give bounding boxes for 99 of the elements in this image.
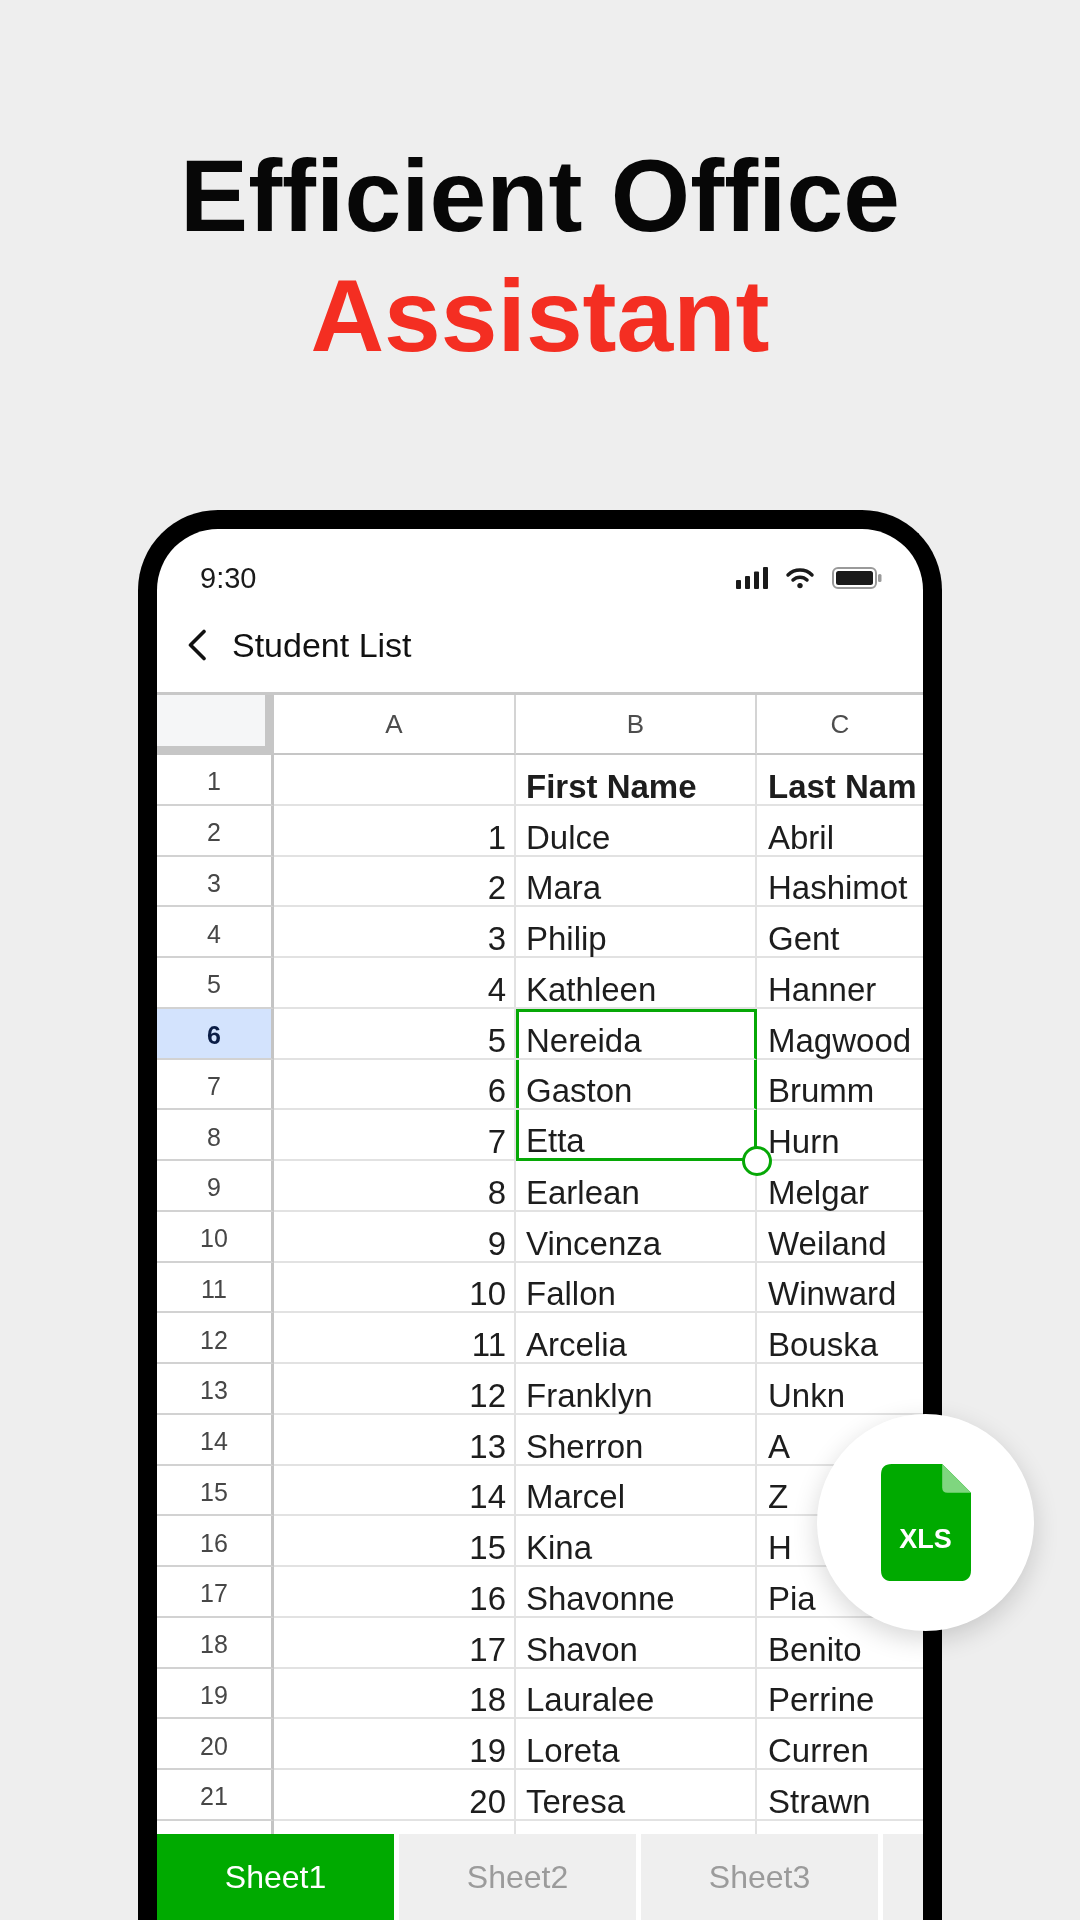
table-cell[interactable]: Gaston: [516, 1059, 757, 1111]
row-header[interactable]: 13: [157, 1364, 274, 1415]
table-cell[interactable]: 5: [274, 1008, 516, 1060]
table-cell[interactable]: Shavon: [516, 1617, 757, 1669]
table-cell[interactable]: Shavonne: [516, 1567, 757, 1618]
table-cell[interactable]: Marcel: [516, 1465, 757, 1517]
table-cell[interactable]: Sherron: [516, 1414, 757, 1466]
wifi-icon: [785, 566, 815, 589]
file-icon: [880, 1464, 971, 1581]
row-header[interactable]: 18: [157, 1617, 274, 1669]
table-cell[interactable]: Nereida: [516, 1008, 757, 1060]
table-cell[interactable]: 20: [274, 1770, 516, 1821]
table-cell[interactable]: 15: [274, 1516, 516, 1567]
table-cell[interactable]: 13: [274, 1414, 516, 1466]
row-header[interactable]: 20: [157, 1719, 274, 1770]
back-icon[interactable]: [187, 629, 207, 661]
table-cell[interactable]: Benito: [768, 1632, 862, 1667]
table-cell[interactable]: Melgar: [768, 1175, 869, 1210]
table-cell[interactable]: 3: [274, 907, 516, 958]
signal-icon: [736, 566, 768, 589]
table-cell[interactable]: Mara: [516, 856, 757, 908]
row-header[interactable]: 4: [157, 907, 274, 958]
headline: Efficient Office: [180, 138, 900, 255]
table-cell[interactable]: 4: [274, 958, 516, 1009]
row-header[interactable]: 17: [157, 1567, 274, 1618]
table-cell[interactable]: Brumm: [768, 1074, 875, 1109]
table-cell[interactable]: 18: [274, 1668, 516, 1720]
table-cell[interactable]: Hanner: [768, 972, 877, 1007]
column-header[interactable]: B: [516, 695, 757, 755]
table-cell[interactable]: Vincenza: [516, 1211, 757, 1263]
table-cell[interactable]: 9: [274, 1211, 516, 1263]
table-cell[interactable]: Abril: [768, 820, 835, 855]
row-header[interactable]: 7: [157, 1059, 274, 1111]
table-cell[interactable]: Kina: [516, 1516, 757, 1567]
table-cell[interactable]: Hurn: [768, 1125, 840, 1159]
table-cell[interactable]: Teresa: [516, 1770, 757, 1821]
row-header[interactable]: 12: [157, 1313, 274, 1364]
table-cell[interactable]: A: [768, 1429, 790, 1464]
table-cell[interactable]: Winward: [768, 1277, 897, 1312]
table-cell[interactable]: Perrine: [768, 1683, 875, 1718]
table-cell[interactable]: 16: [274, 1567, 516, 1618]
table-cell[interactable]: 11: [274, 1313, 516, 1364]
row-header[interactable]: 21: [157, 1770, 274, 1821]
corner-cell[interactable]: [157, 695, 274, 755]
table-cell[interactable]: 14: [274, 1465, 516, 1517]
row-header[interactable]: 3: [157, 856, 274, 908]
headline: Assistant: [310, 258, 770, 375]
row-header[interactable]: 14: [157, 1414, 274, 1466]
table-cell[interactable]: 10: [274, 1262, 516, 1314]
table-cell[interactable]: [274, 755, 516, 806]
row-header[interactable]: 10: [157, 1211, 274, 1263]
table-cell[interactable]: Weiland: [768, 1226, 887, 1261]
table-cell[interactable]: H: [768, 1531, 792, 1565]
status-time: 9:30: [200, 560, 257, 595]
selection-handle[interactable]: [742, 1146, 772, 1176]
table-cell[interactable]: Pia: [768, 1581, 816, 1616]
table-cell[interactable]: Strawn: [768, 1784, 871, 1819]
row-header[interactable]: 9: [157, 1161, 274, 1212]
row-header[interactable]: 5: [157, 958, 274, 1009]
table-cell[interactable]: Gent: [768, 922, 840, 956]
table-cell[interactable]: Philip: [516, 907, 757, 958]
battery-icon: [832, 566, 882, 589]
table-cell[interactable]: First Name: [516, 755, 757, 806]
column-header[interactable]: C: [757, 695, 923, 755]
table-cell[interactable]: Arcelia: [516, 1313, 757, 1364]
table-cell[interactable]: Magwood: [768, 1023, 912, 1058]
table-cell[interactable]: 19: [274, 1719, 516, 1770]
row-header[interactable]: 16: [157, 1516, 274, 1567]
column-header[interactable]: A: [274, 695, 516, 755]
table-cell[interactable]: 8: [274, 1161, 516, 1212]
table-cell[interactable]: 7: [274, 1110, 516, 1161]
table-cell[interactable]: Franklyn: [516, 1364, 757, 1415]
table-cell[interactable]: 6: [274, 1059, 516, 1111]
row-header[interactable]: 15: [157, 1465, 274, 1517]
row-header[interactable]: 6: [157, 1008, 274, 1060]
row-header[interactable]: 1: [157, 755, 274, 806]
row-header[interactable]: 11: [157, 1262, 274, 1314]
table-cell[interactable]: Last Nam: [768, 769, 917, 804]
table-cell[interactable]: Earlean: [516, 1161, 757, 1212]
table-cell[interactable]: Hashimot: [768, 871, 908, 906]
row-header[interactable]: 19: [157, 1668, 274, 1720]
row-header[interactable]: 2: [157, 805, 274, 857]
table-cell[interactable]: Loreta: [516, 1719, 757, 1770]
table-cell[interactable]: Z: [768, 1480, 789, 1515]
table-cell[interactable]: 2: [274, 856, 516, 908]
table-cell[interactable]: Bouska: [768, 1328, 879, 1362]
table-cell[interactable]: 1: [274, 805, 516, 857]
file-type-label: XLS: [899, 1524, 952, 1555]
table-cell[interactable]: Kathleen: [516, 958, 757, 1009]
table-cell[interactable]: Curren: [768, 1734, 869, 1768]
row-header[interactable]: 8: [157, 1110, 274, 1161]
table-cell[interactable]: Fallon: [516, 1262, 757, 1314]
table-cell[interactable]: 12: [274, 1364, 516, 1415]
table-cell[interactable]: Unkn: [768, 1378, 846, 1413]
table-cell[interactable]: Lauralee: [516, 1668, 757, 1720]
sheet-tab[interactable]: [883, 1834, 923, 1920]
table-cell[interactable]: Dulce: [516, 805, 757, 857]
table-cell[interactable]: 17: [274, 1617, 516, 1669]
screen-title: Student List: [232, 626, 412, 664]
